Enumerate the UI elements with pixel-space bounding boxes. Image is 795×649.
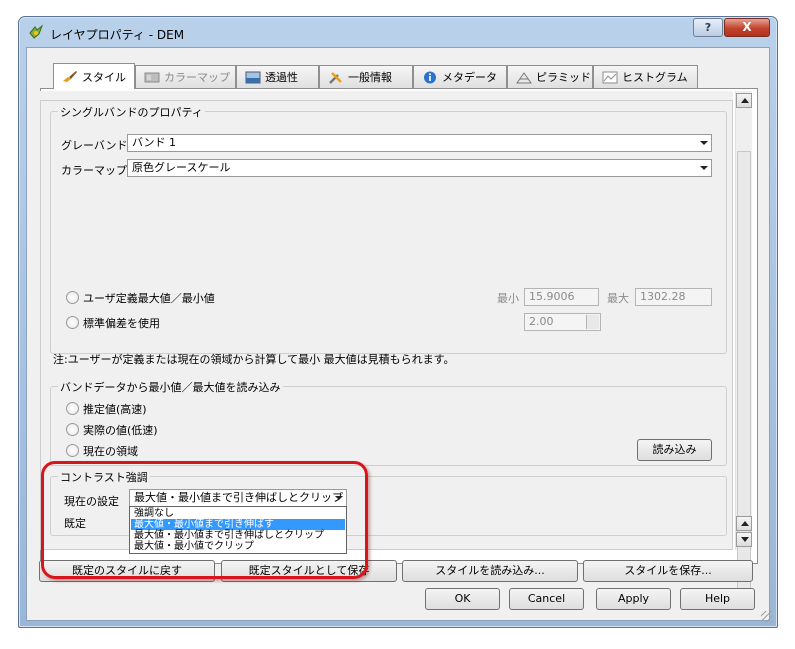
load-button[interactable]: 読み込み: [637, 439, 712, 461]
info-icon: [424, 71, 436, 83]
tab-general-label: 一般情報: [348, 71, 392, 84]
close-button[interactable]: X: [724, 18, 770, 37]
apply-button[interactable]: Apply: [596, 588, 671, 610]
cancel-button[interactable]: Cancel: [509, 588, 584, 610]
histogram-icon: [602, 71, 618, 83]
colormap-label: カラーマップ: [61, 164, 127, 177]
tab-pyramid[interactable]: ピラミッド: [507, 65, 593, 88]
single-band-group-title: シングルバンドのプロパティ: [58, 104, 205, 120]
save-style-button[interactable]: スタイルを保存...: [583, 560, 753, 582]
tab-general[interactable]: 一般情報: [319, 65, 413, 88]
tab-style-label: スタイル: [82, 70, 126, 84]
tab-pyramid-label: ピラミッド: [536, 71, 591, 84]
scroll-down-arrow-icon[interactable]: [736, 532, 752, 547]
tab-colormap[interactable]: カラーマップ: [135, 65, 236, 88]
current-extent-radio[interactable]: [66, 444, 79, 457]
help-button[interactable]: Help: [680, 588, 755, 610]
scroll-top-edge: [40, 91, 733, 101]
estimate-radio[interactable]: [66, 402, 79, 415]
qgis-icon: [29, 24, 44, 39]
max-label: 最大: [607, 292, 629, 305]
estimate-label: 推定値(高速): [83, 403, 147, 416]
pyramid-icon: [516, 71, 532, 83]
transparency-icon: [245, 71, 261, 83]
ok-button[interactable]: OK: [425, 588, 500, 610]
tab-metadata[interactable]: メタデータ: [413, 65, 507, 88]
window-title: レイヤプロパティ - DEM: [50, 28, 185, 42]
tools-icon: [329, 71, 342, 84]
colormap-combo[interactable]: 原色グレースケール: [127, 159, 712, 177]
gray-band-label: グレーバンド: [61, 139, 128, 152]
actual-label: 実際の値(低速): [83, 424, 158, 437]
colormap-icon: [144, 72, 160, 82]
title-bar[interactable]: レイヤプロパティ - DEM ? X: [19, 17, 777, 47]
min-field[interactable]: 15.9006: [524, 288, 599, 306]
min-label: 最小: [497, 292, 519, 305]
user-minmax-label: ユーザ定義最大値／最小値: [83, 292, 215, 305]
note-text: 注:ユーザーが定義または現在の領域から計算して最小 最大値は見積もられます。: [53, 353, 455, 366]
vertical-scrollbar[interactable]: [735, 91, 752, 593]
gray-band-combo[interactable]: バンド 1: [127, 134, 712, 152]
stddev-spinbox[interactable]: 2.00: [524, 313, 601, 331]
highlight-annotation: [41, 461, 368, 579]
chevron-down-icon: [700, 141, 708, 145]
brush-icon: [63, 71, 77, 82]
stddev-label: 標準偏差を使用: [83, 317, 160, 330]
tab-histogram-label: ヒストグラム: [622, 71, 688, 84]
tab-style[interactable]: スタイル: [53, 63, 135, 89]
spin-arrows-icon[interactable]: [586, 315, 599, 329]
stddev-value: 2.00: [529, 315, 554, 328]
resize-grip-icon[interactable]: [761, 611, 773, 623]
load-minmax-group-title: バンドデータから最小値／最大値を読み込み: [58, 379, 283, 395]
context-help-button[interactable]: ?: [693, 18, 723, 37]
gray-band-value: バンド 1: [132, 136, 177, 149]
tab-transparency[interactable]: 透過性: [236, 65, 319, 88]
user-minmax-radio[interactable]: [66, 291, 79, 304]
scroll-up-arrow-icon[interactable]: [736, 516, 752, 531]
actual-radio[interactable]: [66, 423, 79, 436]
max-field[interactable]: 1302.28: [635, 288, 712, 306]
current-extent-label: 現在の領域: [83, 445, 138, 458]
load-style-button[interactable]: スタイルを読み込み...: [402, 560, 578, 582]
tab-histogram[interactable]: ヒストグラム: [593, 65, 698, 88]
chevron-down-icon: [700, 166, 708, 170]
tab-transparency-label: 透過性: [265, 71, 298, 84]
scroll-up-arrow-icon[interactable]: [736, 93, 752, 108]
tab-metadata-label: メタデータ: [442, 71, 497, 84]
stddev-radio[interactable]: [66, 316, 79, 329]
colormap-value: 原色グレースケール: [132, 161, 231, 174]
tab-colormap-label: カラーマップ: [164, 71, 230, 84]
